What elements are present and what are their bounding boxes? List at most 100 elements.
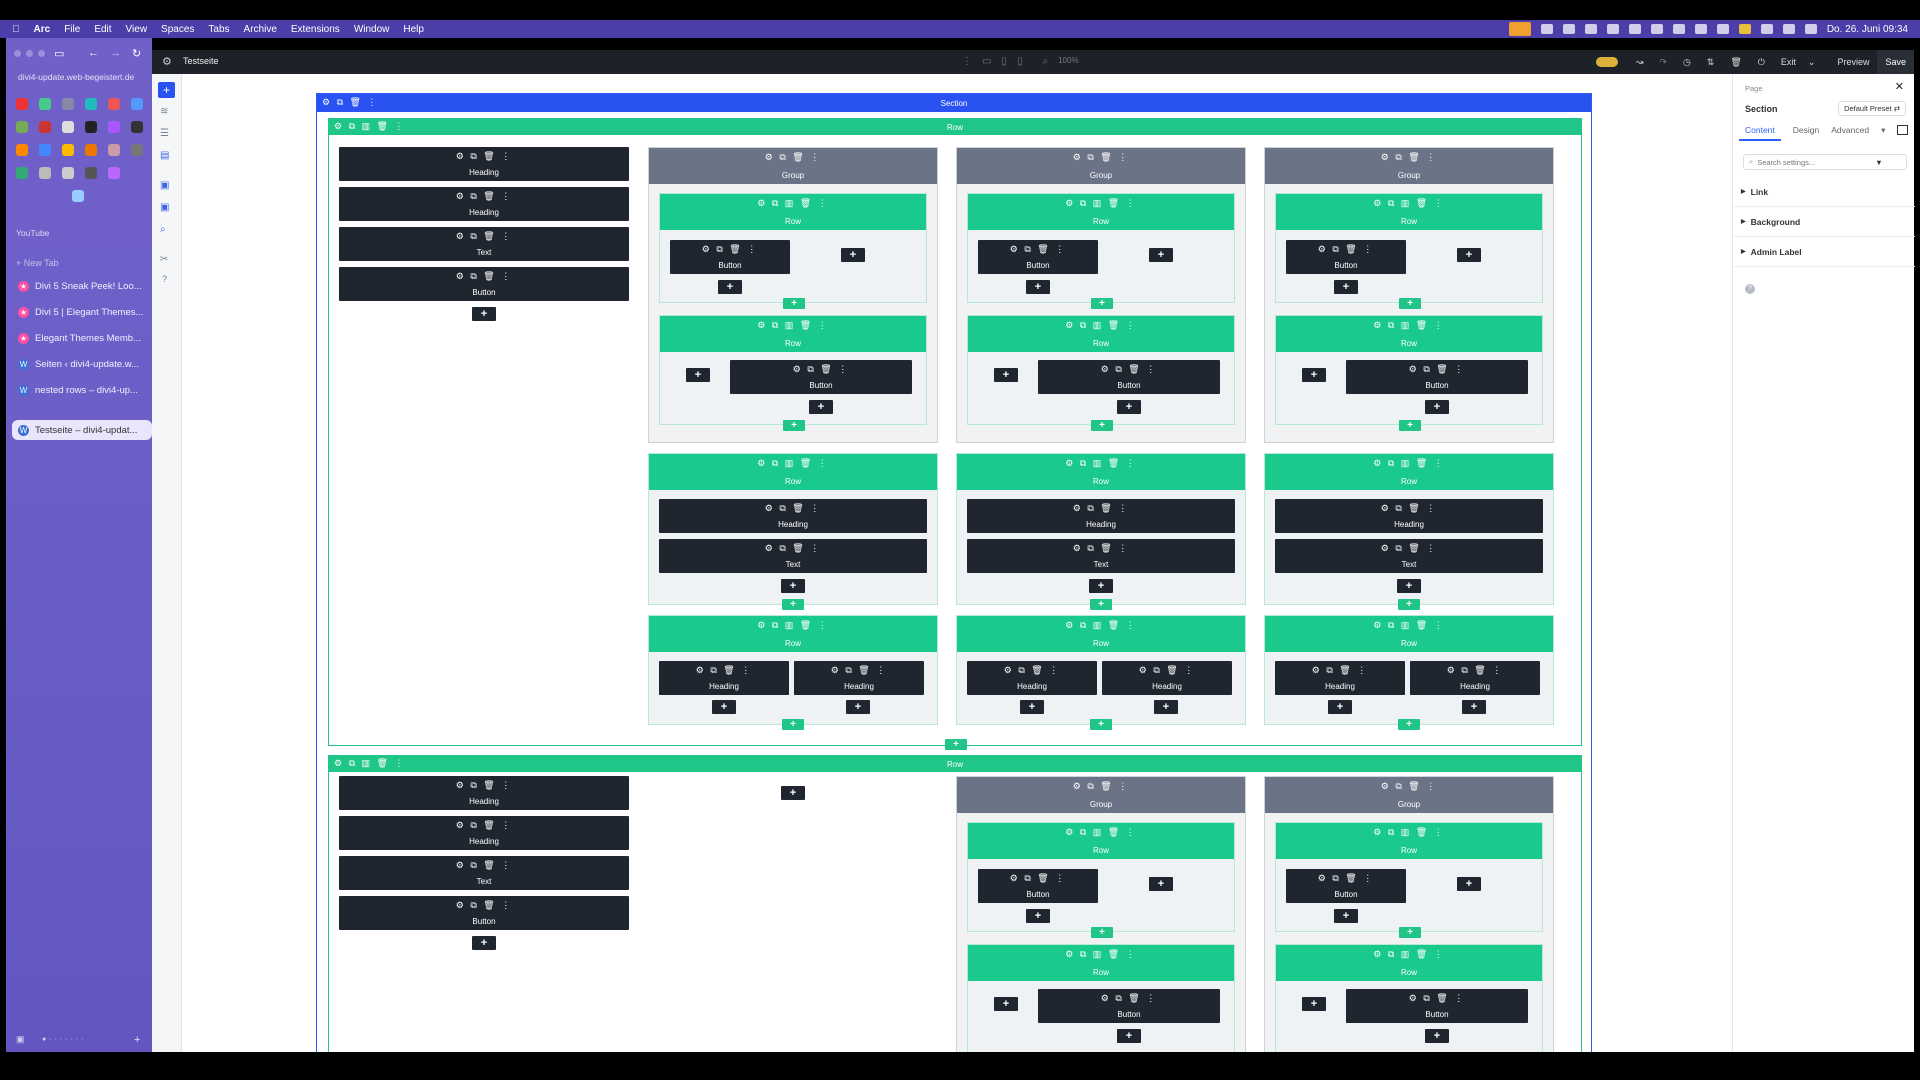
- heading-module[interactable]: ⚙ ⧉ 🗑 ⋮ Heading: [967, 661, 1097, 695]
- module-action-icons[interactable]: ⚙ ⧉ 🗑 ⋮: [339, 151, 629, 162]
- module-action-icons[interactable]: ⚙ ⧉ 🗑 ⋮: [670, 244, 790, 255]
- tray-icon[interactable]: [1694, 24, 1707, 34]
- add-module-button[interactable]: +: [712, 700, 736, 714]
- status-app-icon[interactable]: [1508, 22, 1531, 36]
- row-header[interactable]: ⚙ ⧉ ▥ 🗑 ⋮ Row: [329, 756, 1581, 772]
- phone-view-icon[interactable]: ▯: [1017, 56, 1023, 67]
- row-action-icons[interactable]: ⚙ ⧉ ▥ 🗑 ⋮: [660, 198, 926, 209]
- group-header[interactable]: ⚙ ⧉ 🗑 ⋮ Group: [957, 148, 1245, 184]
- module-action-icons[interactable]: ⚙ ⧉ 🗑 ⋮: [1038, 364, 1220, 375]
- tray-icon[interactable]: [1606, 24, 1619, 34]
- module-action-icons[interactable]: ⚙ ⧉ 🗑 ⋮: [1286, 873, 1406, 884]
- close-icon[interactable]: ✕: [1895, 80, 1904, 93]
- new-tab-button[interactable]: + New Tab: [16, 258, 59, 268]
- pinned-site-icon[interactable]: [39, 121, 51, 133]
- module-action-icons[interactable]: ⚙ ⧉ 🗑 ⋮: [339, 820, 629, 831]
- pinned-site-icon[interactable]: [16, 167, 28, 179]
- add-module-button[interactable]: +: [718, 280, 742, 294]
- group[interactable]: ⚙ ⧉ 🗑 ⋮ Group ⚙ ⧉ ▥ 🗑 ⋮ Row ⚙ ⧉ 🗑 ⋮ Button …: [648, 147, 938, 443]
- add-module-button[interactable]: +: [1302, 997, 1326, 1011]
- nested-row[interactable]: ⚙ ⧉ ▥ 🗑 ⋮ Row + ⚙ ⧉ 🗑 ⋮ Button + +: [1275, 315, 1543, 431]
- heading-module[interactable]: ⚙ ⧉ 🗑 ⋮ Heading: [339, 147, 629, 181]
- button-module[interactable]: ⚙ ⧉ 🗑 ⋮ Button: [1286, 240, 1406, 274]
- add-module-button[interactable]: +: [1334, 280, 1358, 294]
- nested-row-header[interactable]: ⚙ ⧉ ▥ 🗑 ⋮ Row: [1276, 945, 1542, 981]
- add-row-button[interactable]: +: [1398, 719, 1420, 730]
- nested-row-header[interactable]: ⚙ ⧉ ▥ 🗑 ⋮ Row: [968, 945, 1234, 981]
- row-action-icons[interactable]: ⚙ ⧉ ▥ 🗑 ⋮: [649, 620, 937, 631]
- text-module[interactable]: ⚙ ⧉ 🗑 ⋮ Text: [1275, 539, 1543, 573]
- row-action-icons[interactable]: ⚙ ⧉ ▥ 🗑 ⋮: [334, 758, 405, 769]
- heading-module[interactable]: ⚙ ⧉ 🗑 ⋮ Heading: [339, 187, 629, 221]
- pinned-site-icon[interactable]: [85, 144, 97, 156]
- button-module[interactable]: ⚙ ⧉ 🗑 ⋮ Button: [730, 360, 912, 394]
- nested-row[interactable]: ⚙ ⧉ ▥ 🗑 ⋮ Row ⚙ ⧉ 🗑 ⋮ Heading ⚙ ⧉ 🗑 ⋮ Headi…: [648, 615, 938, 730]
- nested-row[interactable]: ⚙ ⧉ ▥ 🗑 ⋮ Row + ⚙ ⧉ 🗑 ⋮ Button + +: [967, 315, 1235, 431]
- heading-module[interactable]: ⚙ ⧉ 🗑 ⋮ Heading: [967, 499, 1235, 533]
- add-module-button[interactable]: +: [994, 368, 1018, 382]
- add-module-button[interactable]: +: [846, 700, 870, 714]
- exit-dropdown-icon[interactable]: ⌄: [1804, 50, 1820, 74]
- add-module-button[interactable]: +: [1302, 368, 1326, 382]
- exit-button[interactable]: Exit: [1773, 50, 1804, 74]
- nested-row[interactable]: ⚙ ⧉ ▥ 🗑 ⋮ Row ⚙ ⧉ 🗑 ⋮ Heading ⚙ ⧉ 🗑 ⋮ Headi…: [956, 615, 1246, 730]
- module-action-icons[interactable]: ⚙ ⧉ 🗑 ⋮: [659, 665, 789, 676]
- add-row-button[interactable]: +: [1091, 420, 1113, 431]
- tab-item[interactable]: W Seiten ‹ divi4-update.w...: [12, 354, 152, 374]
- menu-window[interactable]: Window: [354, 24, 390, 35]
- row-action-icons[interactable]: ⚙ ⧉ ▥ 🗑 ⋮: [649, 458, 937, 469]
- menu-tabs[interactable]: Tabs: [208, 24, 229, 35]
- nested-row[interactable]: ⚙ ⧉ ▥ 🗑 ⋮ Row + ⚙ ⧉ 🗑 ⋮ Button +: [1275, 944, 1543, 1052]
- add-module-button[interactable]: +: [781, 579, 805, 593]
- power-icon[interactable]: ⏻: [1750, 50, 1773, 74]
- nested-row[interactable]: ⚙ ⧉ ▥ 🗑 ⋮ Row ⚙ ⧉ 🗑 ⋮ Button + + +: [659, 193, 927, 309]
- menu-view[interactable]: View: [126, 24, 148, 35]
- text-module[interactable]: ⚙ ⧉ 🗑 ⋮ Text: [967, 539, 1235, 573]
- add-module-button[interactable]: +: [1462, 700, 1486, 714]
- module-action-icons[interactable]: ⚙ ⧉ 🗑 ⋮: [339, 780, 629, 791]
- preview-button[interactable]: Preview: [1829, 50, 1877, 74]
- add-module-button[interactable]: +: [1154, 700, 1178, 714]
- nested-row-header[interactable]: ⚙ ⧉ ▥ 🗑 ⋮ Row: [1265, 454, 1553, 490]
- preset-dropdown[interactable]: Default Preset ⇄: [1838, 101, 1906, 116]
- help-icon[interactable]: ?: [162, 274, 167, 284]
- nested-row[interactable]: ⚙ ⧉ ▥ 🗑 ⋮ Row ⚙ ⧉ 🗑 ⋮ Button + + +: [967, 193, 1235, 309]
- tray-icon[interactable]: [1562, 24, 1575, 34]
- group-header[interactable]: ⚙ ⧉ 🗑 ⋮ Group: [1265, 148, 1553, 184]
- nested-row-header[interactable]: ⚙ ⧉ ▥ 🗑 ⋮ Row: [1276, 194, 1542, 230]
- heading-module[interactable]: ⚙ ⧉ 🗑 ⋮ Heading: [1102, 661, 1232, 695]
- apple-icon[interactable]: : [12, 24, 20, 35]
- add-module-button[interactable]: +: [1425, 400, 1449, 414]
- redo-icon[interactable]: ↷: [1651, 50, 1675, 74]
- search-layout-icon[interactable]: ⌕: [160, 224, 166, 235]
- tab-item[interactable]: ★ Divi 5 Sneak Peek! Loo...: [12, 276, 152, 296]
- row[interactable]: ⚙ ⧉ ▥ 🗑 ⋮ Row ⚙ ⧉ 🗑 ⋮ Heading ⚙ ⧉ 🗑 ⋮ Head…: [328, 755, 1582, 1052]
- nested-row-header[interactable]: ⚙ ⧉ ▥ 🗑 ⋮ Row: [968, 194, 1234, 230]
- tab-design[interactable]: Design: [1793, 125, 1819, 141]
- pinned-site-icon[interactable]: [62, 167, 74, 179]
- button-module[interactable]: ⚙ ⧉ 🗑 ⋮ Button: [339, 896, 629, 930]
- add-module-button[interactable]: +: [1457, 877, 1481, 891]
- nested-row-header[interactable]: ⚙ ⧉ ▥ 🗑 ⋮ Row: [957, 454, 1245, 490]
- tab-content[interactable]: Content: [1739, 125, 1781, 141]
- pinned-site-icon[interactable]: [62, 144, 74, 156]
- module-action-icons[interactable]: ⚙ ⧉ 🗑 ⋮: [1346, 993, 1528, 1004]
- add-module-button[interactable]: +: [472, 307, 496, 321]
- portability-icon[interactable]: ⇅: [1699, 50, 1723, 74]
- nested-row-header[interactable]: ⚙ ⧉ ▥ 🗑 ⋮ Row: [968, 316, 1234, 352]
- row-action-icons[interactable]: ⚙ ⧉ ▥ 🗑 ⋮: [968, 320, 1234, 331]
- tab-item[interactable]: Wnested rows – divi4-up...: [12, 380, 152, 400]
- menu-help[interactable]: Help: [403, 24, 424, 35]
- database-icon[interactable]: ☰: [160, 128, 169, 139]
- tablet-view-icon[interactable]: ▯: [1001, 56, 1007, 67]
- pinned-site-icon[interactable]: [62, 121, 74, 133]
- row-action-icons[interactable]: ⚙ ⧉ ▥ 🗑 ⋮: [1265, 620, 1553, 631]
- group-action-icons[interactable]: ⚙ ⧉ 🗑 ⋮: [649, 152, 937, 163]
- nested-row[interactable]: ⚙ ⧉ ▥ 🗑 ⋮ Row ⚙ ⧉ 🗑 ⋮ Button + + +: [1275, 193, 1543, 309]
- nested-row-header[interactable]: ⚙ ⧉ ▥ 🗑 ⋮ Row: [649, 454, 937, 490]
- library-icon[interactable]: ▣: [160, 202, 169, 213]
- settings-group-admin-label[interactable]: ▶ Admin Label: [1733, 237, 1915, 267]
- tab-item[interactable]: ★ Divi 5 | Elegant Themes...: [12, 302, 152, 322]
- add-module-button[interactable]: +: [1089, 579, 1113, 593]
- back-icon[interactable]: ←: [88, 47, 99, 59]
